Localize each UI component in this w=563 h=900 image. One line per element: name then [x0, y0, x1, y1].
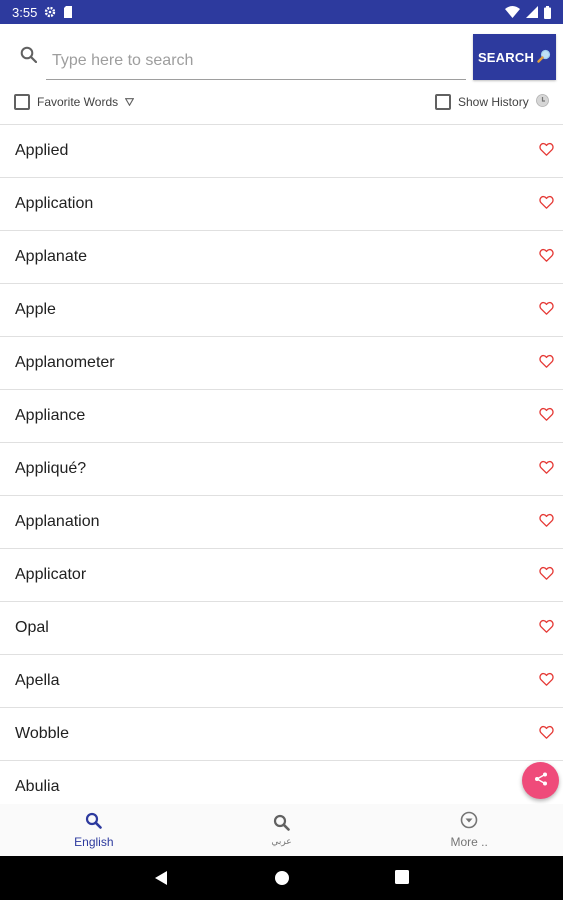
- history-icon: [535, 94, 549, 110]
- favorite-words-label: Favorite Words: [37, 95, 119, 109]
- wifi-icon: [505, 6, 520, 18]
- search-button-label: SEARCH: [477, 49, 535, 65]
- triangle-down-icon: [124, 95, 135, 109]
- word-label: Wobble: [15, 725, 69, 742]
- tab-english-label: English: [74, 834, 114, 849]
- status-bar: 3:55: [0, 0, 563, 24]
- list-item[interactable]: Apella: [0, 655, 563, 708]
- search-icon: [20, 46, 38, 68]
- heart-icon[interactable]: [539, 513, 554, 533]
- heart-icon[interactable]: [539, 195, 554, 215]
- list-item[interactable]: Opal: [0, 602, 563, 655]
- word-label: Appliqué?: [15, 460, 87, 477]
- word-label: Abulia: [15, 778, 60, 795]
- favorite-words-box[interactable]: [14, 94, 30, 110]
- heart-icon[interactable]: [539, 142, 554, 162]
- tab-english[interactable]: English: [0, 804, 188, 856]
- list-item[interactable]: Apple: [0, 284, 563, 337]
- sd-card-icon: [63, 6, 73, 18]
- list-item[interactable]: Applanate: [0, 231, 563, 284]
- tab-more[interactable]: More ..: [375, 804, 563, 856]
- list-item[interactable]: Applied: [0, 125, 563, 178]
- recents-icon[interactable]: [395, 870, 409, 889]
- share-button[interactable]: [522, 762, 559, 799]
- list-item[interactable]: Applanometer: [0, 337, 563, 390]
- system-nav-bar: [0, 856, 563, 900]
- favorite-words-checkbox[interactable]: Favorite Words: [14, 94, 135, 110]
- list-item[interactable]: Applanation: [0, 496, 563, 549]
- show-history-checkbox[interactable]: Show History: [435, 94, 549, 110]
- heart-icon[interactable]: [539, 407, 554, 427]
- word-label: Opal: [15, 619, 49, 636]
- battery-icon: [544, 5, 551, 19]
- status-right: [505, 5, 551, 19]
- magnifier-icon: [537, 49, 551, 66]
- chevron-down-circle-icon: [460, 811, 478, 832]
- tab-arabic-label: عربي: [271, 835, 292, 846]
- word-label: Appliance: [15, 407, 86, 424]
- search-icon: [273, 814, 290, 833]
- word-label: Apple: [15, 301, 56, 318]
- list-item[interactable]: Wobble: [0, 708, 563, 761]
- word-list: Applied Application Applanate Apple Appl…: [0, 124, 563, 804]
- search-button[interactable]: SEARCH: [473, 34, 556, 80]
- search-bar: SEARCH: [0, 24, 563, 86]
- status-time: 3:55: [12, 4, 38, 20]
- options-row: Favorite Words Show History: [0, 86, 563, 122]
- heart-icon[interactable]: [539, 725, 554, 745]
- home-icon[interactable]: [274, 870, 290, 891]
- heart-icon[interactable]: [539, 672, 554, 692]
- signal-icon: [526, 6, 538, 18]
- heart-icon[interactable]: [539, 301, 554, 321]
- show-history-box[interactable]: [435, 94, 451, 110]
- heart-icon[interactable]: [539, 248, 554, 268]
- word-label: Applicator: [15, 566, 87, 583]
- list-item[interactable]: Abulia: [0, 761, 563, 804]
- list-item[interactable]: Appliqué?: [0, 443, 563, 496]
- word-label: Applied: [15, 142, 69, 159]
- share-icon: [533, 771, 549, 790]
- heart-icon[interactable]: [539, 619, 554, 639]
- list-item[interactable]: Appliance: [0, 390, 563, 443]
- word-label: Applanometer: [15, 354, 115, 371]
- word-label: Application: [15, 195, 94, 212]
- back-icon[interactable]: [154, 870, 168, 891]
- heart-icon[interactable]: [539, 566, 554, 586]
- word-label: Applanate: [15, 248, 88, 265]
- show-history-label: Show History: [458, 95, 529, 109]
- heart-icon[interactable]: [539, 460, 554, 480]
- tab-more-label: More ..: [450, 835, 488, 849]
- search-icon: [85, 812, 103, 832]
- word-label: Applanation: [15, 513, 100, 530]
- settings-icon: [44, 6, 56, 18]
- list-item[interactable]: Applicator: [0, 549, 563, 602]
- list-item[interactable]: Application: [0, 178, 563, 231]
- tab-arabic[interactable]: عربي: [188, 804, 376, 856]
- search-input[interactable]: [46, 42, 466, 80]
- heart-icon[interactable]: [539, 354, 554, 374]
- bottom-nav: English عربي More ..: [0, 804, 563, 856]
- status-left: 3:55: [12, 5, 73, 20]
- word-label: Apella: [15, 672, 60, 689]
